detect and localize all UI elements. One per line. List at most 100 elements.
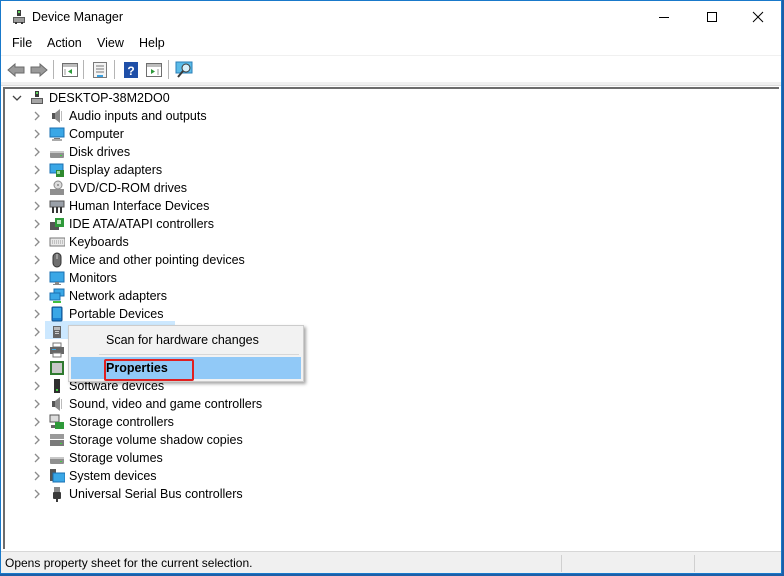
toolbar-separator xyxy=(83,60,84,79)
tree-category-label: Storage controllers xyxy=(69,415,174,429)
tree-category-item[interactable]: DVD/CD-ROM drives xyxy=(31,179,187,197)
annotation-highlight-box xyxy=(104,359,194,381)
tree-category-item[interactable]: Computer xyxy=(31,125,124,143)
chevron-right-icon[interactable] xyxy=(31,323,43,341)
toolbar-separator xyxy=(53,60,54,79)
speaker-icon xyxy=(49,108,65,124)
disk-drive-icon xyxy=(49,144,65,160)
display-adapter-icon xyxy=(49,162,65,178)
toolbar-separator xyxy=(168,60,169,79)
chevron-right-icon[interactable] xyxy=(31,251,43,269)
context-menu-item-scan[interactable]: Scan for hardware changes xyxy=(71,329,301,351)
minimize-icon xyxy=(659,16,669,18)
portable-device-icon xyxy=(49,306,65,322)
tree-category-label: Network adapters xyxy=(69,289,167,303)
menu-view[interactable]: View xyxy=(97,36,124,50)
chevron-right-icon[interactable] xyxy=(31,413,43,431)
chevron-right-icon[interactable] xyxy=(31,287,43,305)
chevron-right-icon[interactable] xyxy=(31,233,43,251)
properties-sheet-icon xyxy=(93,62,107,78)
tree-category-item[interactable]: Network adapters xyxy=(31,287,167,305)
device-tree[interactable]: DESKTOP-38M2DO0 Audio inputs and outputs… xyxy=(3,87,779,549)
tree-category-item[interactable]: System devices xyxy=(31,467,157,485)
help-toolbar-button[interactable]: ? xyxy=(121,60,141,80)
chevron-right-icon[interactable] xyxy=(31,395,43,413)
chevron-right-icon[interactable] xyxy=(31,377,43,395)
usb-icon xyxy=(49,486,65,502)
window-title: Device Manager xyxy=(32,10,124,24)
ide-controller-icon xyxy=(49,216,65,232)
tree-category-item[interactable]: Universal Serial Bus controllers xyxy=(31,485,243,503)
chevron-right-icon[interactable] xyxy=(31,107,43,125)
tree-category-label: Disk drives xyxy=(69,145,131,159)
tree-category-label: Universal Serial Bus controllers xyxy=(69,487,243,501)
tree-category-item[interactable]: Audio inputs and outputs xyxy=(31,107,207,125)
menu-file[interactable]: File xyxy=(12,36,32,50)
tree-category-item[interactable]: Human Interface Devices xyxy=(31,197,209,215)
chevron-right-icon[interactable] xyxy=(31,269,43,287)
close-icon xyxy=(752,11,764,22)
properties-toolbar-button[interactable] xyxy=(90,60,110,80)
show-hide-console-tree-icon xyxy=(62,63,78,77)
maximize-icon xyxy=(707,11,717,22)
system-devices-icon xyxy=(49,468,66,484)
context-menu-separator xyxy=(99,354,299,355)
tree-root[interactable]: DESKTOP-38M2DO0 xyxy=(11,89,170,107)
chevron-right-icon[interactable] xyxy=(31,161,43,179)
tree-category-item[interactable]: Storage controllers xyxy=(31,413,174,431)
chevron-right-icon[interactable] xyxy=(31,449,43,467)
tree-category-item[interactable]: Monitors xyxy=(31,269,117,287)
chevron-right-icon[interactable] xyxy=(31,125,43,143)
chevron-right-icon[interactable] xyxy=(31,341,43,359)
scan-hardware-toolbar-button[interactable] xyxy=(175,60,195,80)
minimize-button[interactable] xyxy=(641,1,687,32)
tree-category-label: Computer xyxy=(69,127,124,141)
keyboard-icon xyxy=(49,234,66,250)
chevron-right-icon[interactable] xyxy=(31,179,43,197)
tree-category-label: Mice and other pointing devices xyxy=(69,253,245,267)
storage-volume-icon xyxy=(49,450,65,466)
printer-icon xyxy=(49,342,65,358)
back-button[interactable] xyxy=(6,60,26,80)
device-manager-window: Device Manager File Action View Help ? D… xyxy=(0,0,782,574)
tree-category-item[interactable]: Storage volume shadow copies xyxy=(31,431,243,449)
tree-category-item[interactable]: Portable Devices xyxy=(31,305,164,323)
chevron-right-icon[interactable] xyxy=(31,143,43,161)
maximize-button[interactable] xyxy=(689,1,735,32)
tree-category-item[interactable]: Storage volumes xyxy=(31,449,163,467)
tree-category-item[interactable]: Mice and other pointing devices xyxy=(31,251,245,269)
status-bar: Opens property sheet for the current sel… xyxy=(1,551,781,573)
chevron-right-icon[interactable] xyxy=(31,467,43,485)
tree-category-item[interactable]: Disk drives xyxy=(31,143,130,161)
title-bar[interactable]: Device Manager xyxy=(1,1,781,32)
chevron-down-icon[interactable] xyxy=(11,89,23,107)
tree-category-label: Audio inputs and outputs xyxy=(69,109,207,123)
show-hide-console-tree-button[interactable] xyxy=(60,60,80,80)
tree-category-item[interactable]: Sound, video and game controllers xyxy=(31,395,262,413)
svg-text:?: ? xyxy=(127,64,134,78)
close-button[interactable] xyxy=(735,1,781,32)
tree-category-label: Portable Devices xyxy=(69,307,164,321)
menu-help[interactable]: Help xyxy=(139,36,165,50)
tree-category-label: Storage volumes xyxy=(69,451,163,465)
menu-action[interactable]: Action xyxy=(47,36,82,50)
show-hide-action-pane-button[interactable] xyxy=(144,60,164,80)
monitor-icon xyxy=(49,270,65,286)
device-manager-app-icon xyxy=(11,9,27,25)
chevron-right-icon[interactable] xyxy=(31,215,43,233)
forward-button[interactable] xyxy=(29,60,49,80)
root-label: DESKTOP-38M2DO0 xyxy=(49,91,170,105)
back-arrow-icon xyxy=(7,63,25,77)
tree-category-item[interactable]: Keyboards xyxy=(31,233,129,251)
tree-category-item[interactable]: Display adapters xyxy=(31,161,162,179)
chevron-right-icon[interactable] xyxy=(31,305,43,323)
tree-category-item[interactable]: IDE ATA/ATAPI controllers xyxy=(31,215,214,233)
help-icon: ? xyxy=(124,62,138,78)
show-hide-action-pane-icon xyxy=(146,63,162,77)
chevron-right-icon[interactable] xyxy=(31,485,43,503)
chevron-right-icon[interactable] xyxy=(31,197,43,215)
chevron-right-icon[interactable] xyxy=(31,359,43,377)
tree-category-label: IDE ATA/ATAPI controllers xyxy=(69,217,214,231)
chevron-right-icon[interactable] xyxy=(31,431,43,449)
mouse-icon xyxy=(49,252,65,268)
